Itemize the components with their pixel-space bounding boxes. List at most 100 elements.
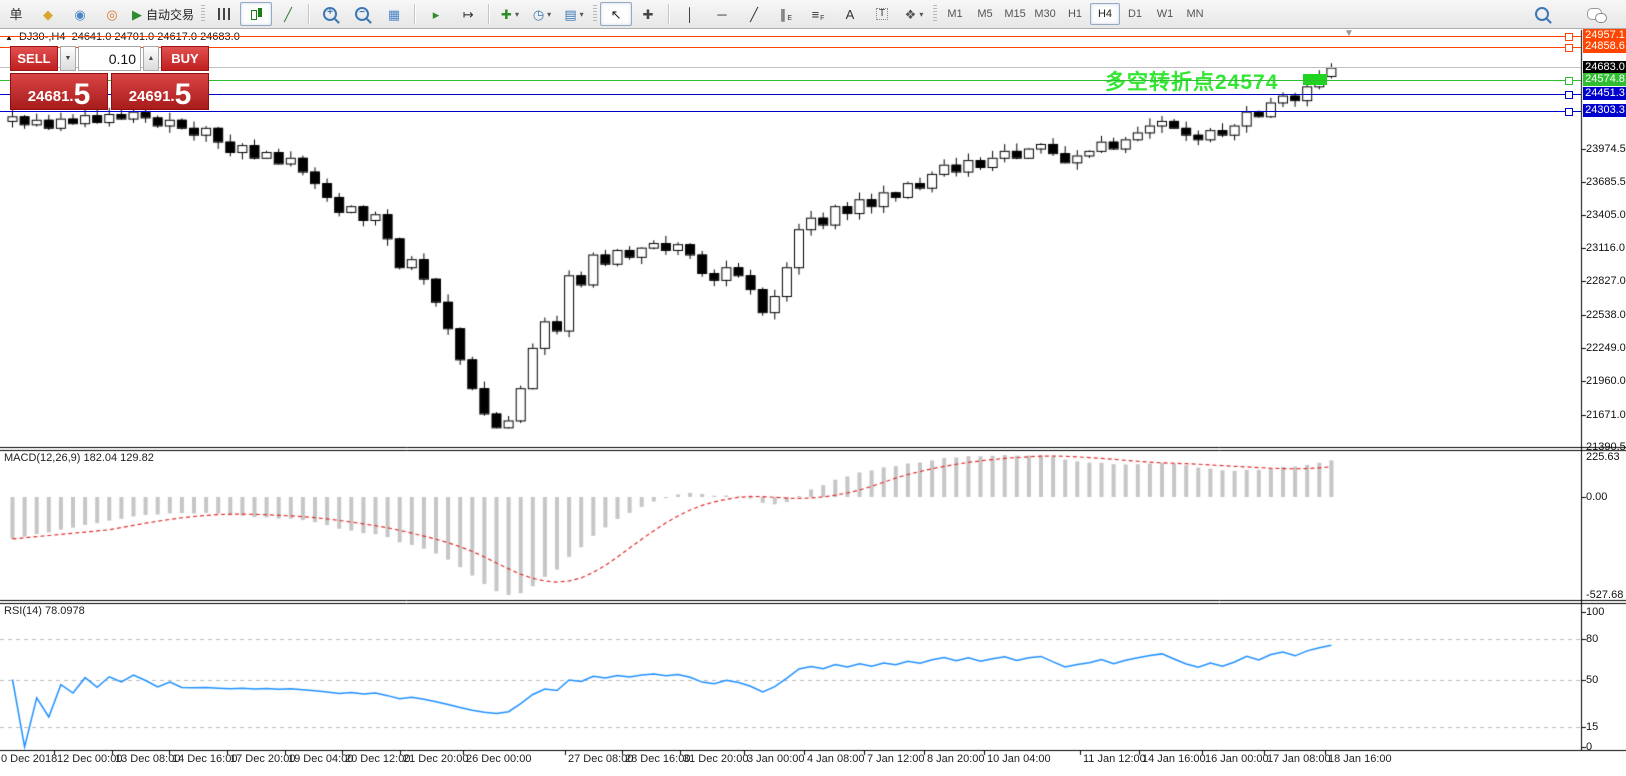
line-handle[interactable] — [1565, 33, 1573, 41]
tile-windows-button[interactable]: ▦ — [378, 2, 410, 26]
pivot-annotation-text[interactable]: 多空转折点24574 — [1105, 66, 1278, 96]
timeframe-button-mn[interactable]: MN — [1180, 3, 1210, 25]
gold-button[interactable]: ◆ — [32, 2, 64, 26]
crosshair-button[interactable]: ✚ — [632, 2, 664, 26]
time-axis-label: 28 Dec 16:00 — [625, 753, 690, 765]
tile-windows-icon: ▦ — [388, 8, 400, 21]
timeframe-button-h1[interactable]: H1 — [1060, 3, 1090, 25]
time-axis-label: 12 Dec 00:00 — [57, 753, 122, 765]
periods-button[interactable]: ◷▾ — [526, 2, 558, 26]
price-axis-tick-label: 21671.0 — [1586, 409, 1626, 421]
arrows-button[interactable]: ❖▾ — [898, 2, 930, 26]
news-button[interactable]: ◎ — [96, 2, 128, 26]
timeframe-button-h4[interactable]: H4 — [1090, 3, 1120, 25]
rsi-indicator-label: RSI(14) 78.0978 — [4, 605, 85, 617]
templates-dropdown-icon[interactable]: ▾ — [580, 10, 584, 19]
price-axis-tick-label: 23974.5 — [1586, 143, 1626, 155]
time-axis-label: 0 Dec 2018 — [1, 753, 57, 765]
timeframe-button-m5[interactable]: M5 — [970, 3, 1000, 25]
toolbar-separator — [488, 4, 490, 24]
arrows-dropdown-icon[interactable]: ▾ — [919, 10, 923, 19]
news-icon: ◎ — [106, 8, 117, 21]
symbol-header: ▲ DJ30-,H4 24641.0 24701.0 24617.0 24683… — [5, 31, 240, 43]
text-button[interactable]: A — [834, 2, 866, 26]
current-price-line[interactable] — [0, 67, 1581, 68]
horizontal-level-line[interactable] — [0, 80, 1581, 81]
timeframe-button-m1[interactable]: M1 — [940, 3, 970, 25]
zoom-in-icon: + — [323, 7, 337, 21]
arrows-icon: ❖ — [905, 8, 917, 21]
zoom-in-button[interactable]: + — [314, 2, 346, 26]
vertical-line-button[interactable]: │ — [674, 2, 706, 26]
cursor-button[interactable]: ↖ — [600, 2, 632, 26]
time-axis-label: 17 Jan 08:00 — [1267, 753, 1331, 765]
vertical-line-icon: │ — [686, 8, 694, 21]
volume-input[interactable]: 0.10 — [78, 46, 141, 71]
horizontal-line-button[interactable]: ─ — [706, 2, 738, 26]
time-axis-label: 18 Jan 16:00 — [1328, 753, 1392, 765]
cursor-icon: ↖ — [611, 8, 622, 21]
templates-button[interactable]: ▤▾ — [558, 2, 590, 26]
line-handle[interactable] — [1565, 108, 1573, 116]
timeframe-button-m15[interactable]: M15 — [1000, 3, 1030, 25]
horizontal-level-line[interactable] — [0, 94, 1581, 95]
chart-canvas[interactable] — [0, 0, 1626, 776]
periods-dropdown-icon[interactable]: ▾ — [547, 10, 551, 19]
sell-button[interactable]: SELL — [10, 46, 58, 71]
line-handle[interactable] — [1565, 91, 1573, 99]
chat-button[interactable] — [1578, 2, 1610, 26]
price-axis-tick-label: 23405.0 — [1586, 209, 1626, 221]
ohlc-high: 24701.0 — [114, 31, 154, 43]
text-icon: A — [846, 8, 855, 21]
zoom-out-button[interactable]: − — [346, 2, 378, 26]
sell-price-display[interactable]: 24681.5 — [10, 73, 108, 110]
horizontal-level-line[interactable] — [0, 111, 1581, 112]
time-axis-label: 27 Dec 08:00 — [568, 753, 633, 765]
fibonacci-button[interactable]: ≡F — [802, 2, 834, 26]
buy-price-display[interactable]: 24691.5 — [111, 73, 209, 110]
horizontal-level-line[interactable] — [0, 36, 1581, 37]
time-axis-label: 10 Jan 04:00 — [987, 753, 1051, 765]
text-label-button[interactable]: T — [866, 2, 898, 26]
line-handle[interactable] — [1565, 44, 1573, 52]
gold-icon: ◆ — [43, 8, 53, 21]
buy-button[interactable]: BUY — [161, 46, 209, 71]
line-chart-button[interactable]: ╱ — [272, 2, 304, 26]
chart-shift-button[interactable]: ↦ — [452, 2, 484, 26]
channel-button[interactable]: ∥E — [770, 2, 802, 26]
candlestick-chart-button[interactable] — [240, 2, 272, 26]
trendline-icon: ╱ — [750, 8, 758, 21]
rsi-axis-label: 50 — [1586, 674, 1598, 686]
community-button[interactable]: ◉ — [64, 2, 96, 26]
toolbar-right-icons — [1526, 2, 1610, 26]
auto-scroll-button[interactable]: ▸ — [420, 2, 452, 26]
toolbar-separator — [414, 4, 416, 24]
search-button[interactable] — [1526, 2, 1558, 26]
indicators-button[interactable]: ✚▾ — [494, 2, 526, 26]
line-handle[interactable] — [1565, 77, 1573, 85]
timeframe-button-w1[interactable]: W1 — [1150, 3, 1180, 25]
volume-decrease-button[interactable]: ▼ — [60, 46, 76, 71]
main-toolbar: 单◆◉◎▶自动交易╱+−▦▸↦✚▾◷▾▤▾↖✚│─╱∥E≡FAT❖▾M1M5M1… — [0, 0, 1626, 29]
macd-axis-label: -527.68 — [1586, 589, 1623, 601]
ohlc-open: 24641.0 — [72, 31, 112, 43]
timeframe-button-d1[interactable]: D1 — [1120, 3, 1150, 25]
new-order-button[interactable]: 单 — [0, 2, 32, 26]
candlestick-chart-icon — [249, 7, 264, 21]
volume-increase-button[interactable]: ▲ — [143, 46, 159, 71]
text-label-icon: T — [876, 8, 888, 20]
bar-chart-button[interactable] — [208, 2, 240, 26]
time-axis-label: 26 Dec 00:00 — [466, 753, 531, 765]
sell-price-main: 24681 — [28, 89, 70, 104]
autotrading-button[interactable]: ▶自动交易 — [128, 2, 198, 26]
timeframe-button-m30[interactable]: M30 — [1030, 3, 1060, 25]
time-axis-label: 3 Jan 00:00 — [747, 753, 805, 765]
trendline-button[interactable]: ╱ — [738, 2, 770, 26]
time-axis-label: 31 Dec 20:00 — [683, 753, 748, 765]
price-axis-tick-label: 23685.5 — [1586, 176, 1626, 188]
horizontal-level-line[interactable] — [0, 47, 1581, 48]
indicators-dropdown-icon[interactable]: ▾ — [515, 10, 519, 19]
toolbar-separator — [933, 5, 937, 23]
time-axis-label: 7 Jan 12:00 — [867, 753, 925, 765]
time-axis-label: 4 Jan 08:00 — [807, 753, 865, 765]
